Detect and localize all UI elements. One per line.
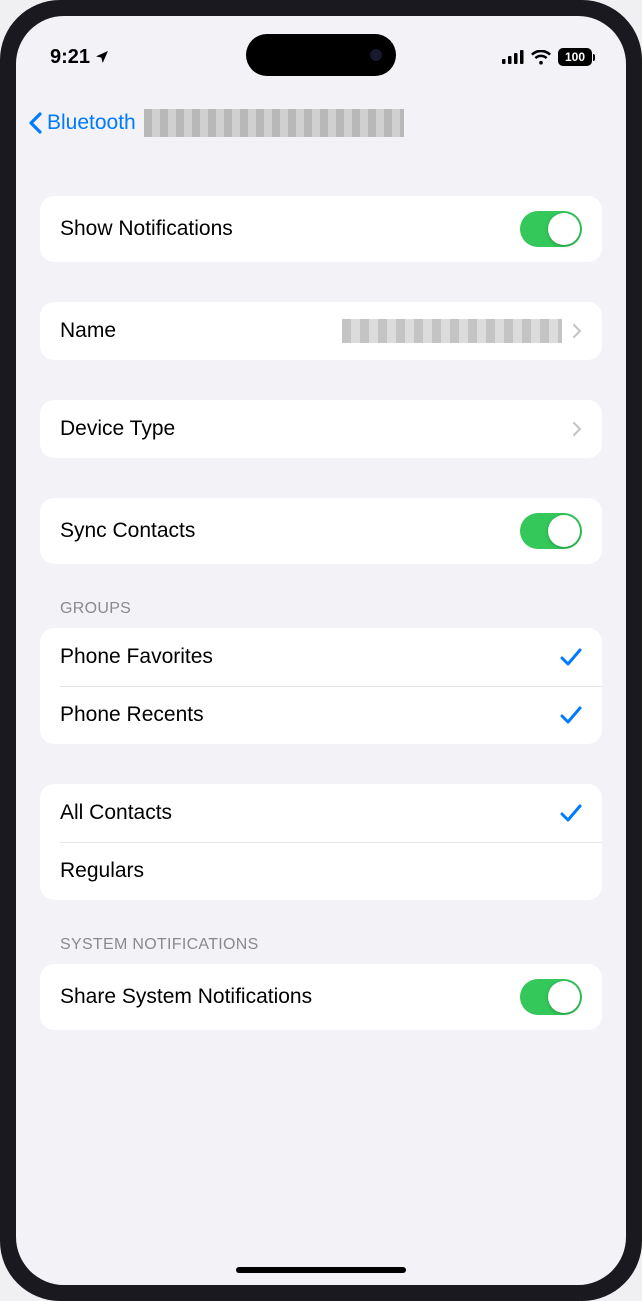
- phone-frame: 9:21 100 Bluetooth: [0, 0, 642, 1301]
- row-regulars[interactable]: Regulars: [40, 842, 602, 900]
- group-contacts: All Contacts Regulars: [40, 784, 602, 900]
- content: Show Notifications Name Dev: [16, 196, 626, 1285]
- row-device-type[interactable]: Device Type: [40, 400, 602, 458]
- check-icon: [560, 803, 582, 823]
- label-device-type: Device Type: [60, 417, 175, 441]
- group-show-notifications: Show Notifications: [40, 196, 602, 262]
- chevron-left-icon: [28, 112, 43, 134]
- row-show-notifications: Show Notifications: [40, 196, 602, 262]
- status-left: 9:21: [50, 46, 110, 69]
- label-name: Name: [60, 319, 116, 343]
- dynamic-island: [246, 34, 396, 76]
- wifi-icon: [531, 50, 551, 65]
- group-sync-contacts: Sync Contacts: [40, 498, 602, 564]
- section-groups: GROUPS Phone Favorites Phone Recents: [40, 600, 602, 744]
- section-system-notifications: SYSTEM NOTIFICATIONS Share System Notifi…: [40, 936, 602, 1030]
- battery-percent: 100: [565, 50, 585, 64]
- row-share-system-notifications: Share System Notifications: [40, 964, 602, 1030]
- row-all-contacts[interactable]: All Contacts: [40, 784, 602, 842]
- toggle-show-notifications[interactable]: [520, 211, 582, 247]
- group-name: Name: [40, 302, 602, 360]
- battery-icon: 100: [558, 48, 592, 66]
- check-icon: [560, 647, 582, 667]
- back-button[interactable]: Bluetooth: [28, 111, 136, 135]
- back-label: Bluetooth: [47, 111, 136, 135]
- header-groups: GROUPS: [40, 600, 602, 628]
- label-phone-favorites: Phone Favorites: [60, 645, 213, 669]
- chevron-right-icon: [572, 323, 582, 339]
- row-sync-contacts: Sync Contacts: [40, 498, 602, 564]
- screen: 9:21 100 Bluetooth: [16, 16, 626, 1285]
- label-share-system-notifications: Share System Notifications: [60, 985, 312, 1009]
- nav-bar: Bluetooth: [16, 98, 626, 148]
- label-phone-recents: Phone Recents: [60, 703, 204, 727]
- status-time: 9:21: [50, 46, 90, 69]
- group-device-type: Device Type: [40, 400, 602, 458]
- home-indicator[interactable]: [236, 1267, 406, 1273]
- toggle-sync-contacts[interactable]: [520, 513, 582, 549]
- group-phone: Phone Favorites Phone Recents: [40, 628, 602, 744]
- label-show-notifications: Show Notifications: [60, 217, 233, 241]
- label-regulars: Regulars: [60, 859, 144, 883]
- row-name-right: [342, 319, 582, 343]
- row-phone-favorites[interactable]: Phone Favorites: [40, 628, 602, 686]
- row-phone-recents[interactable]: Phone Recents: [40, 686, 602, 744]
- check-icon: [560, 705, 582, 725]
- page-title-redacted: [144, 109, 404, 137]
- label-sync-contacts: Sync Contacts: [60, 519, 195, 543]
- chevron-right-icon: [572, 421, 582, 437]
- group-system-notifications: Share System Notifications: [40, 964, 602, 1030]
- status-right: 100: [502, 48, 592, 66]
- location-icon: [94, 49, 110, 65]
- header-system-notifications: SYSTEM NOTIFICATIONS: [40, 936, 602, 964]
- cellular-icon: [502, 50, 524, 64]
- label-all-contacts: All Contacts: [60, 801, 172, 825]
- toggle-share-system-notifications[interactable]: [520, 979, 582, 1015]
- row-name[interactable]: Name: [40, 302, 602, 360]
- name-value-redacted: [342, 319, 562, 343]
